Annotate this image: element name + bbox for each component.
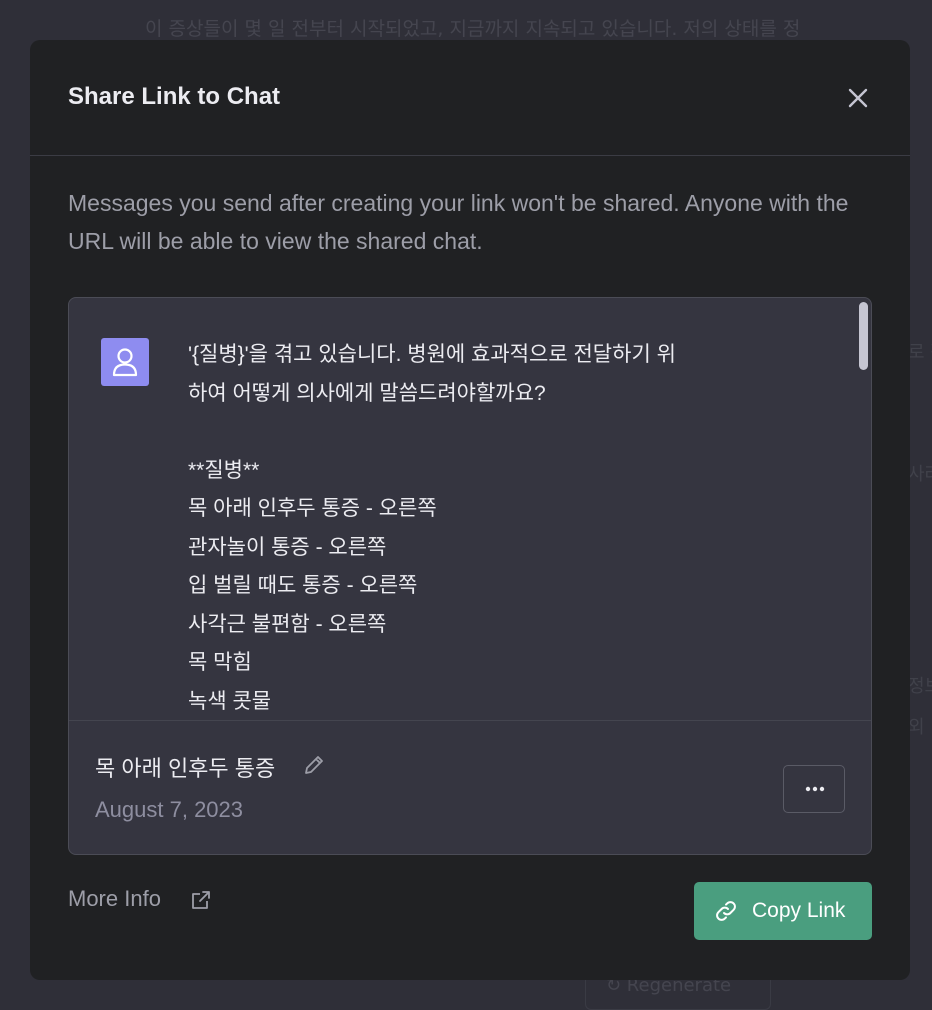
more-info-link[interactable]: More Info — [68, 886, 161, 912]
close-icon — [848, 88, 868, 108]
message-line: '{질병}'을 겪고 있습니다. 병원에 효과적으로 전달하기 위 — [188, 343, 676, 366]
more-info-link-icon[interactable] — [190, 889, 212, 911]
edit-title-button[interactable] — [303, 754, 325, 776]
message-line: **질병** — [188, 458, 260, 482]
preview-footer: 목 아래 인후두 통증 August 7, 2023 — [69, 720, 871, 854]
message-line-blank — [188, 413, 788, 452]
message-line: 입 벌릴 때도 통증 - 오른쪽 — [188, 574, 418, 597]
message-line: 목 아래 인후두 통증 - 오른쪽 — [188, 497, 437, 520]
dialog-description: Messages you send after creating your li… — [68, 190, 849, 254]
user-icon — [112, 348, 138, 377]
more-options-button[interactable] — [783, 765, 845, 813]
external-link-icon — [192, 891, 210, 909]
close-button[interactable] — [844, 84, 872, 112]
dialog-title: Share Link to Chat — [68, 83, 281, 110]
scrollbar-thumb[interactable] — [859, 302, 868, 370]
ellipsis-icon — [805, 786, 825, 792]
chat-date: August 7, 2023 — [95, 797, 244, 822]
chat-title: 목 아래 인후두 통증 — [95, 756, 276, 781]
copy-link-button[interactable]: Copy Link — [694, 882, 872, 940]
pencil-icon — [305, 756, 323, 774]
preview-scroll-area[interactable]: '{질병}'을 겪고 있습니다. 병원에 효과적으로 전달하기 위 하여 어떻게… — [69, 298, 871, 720]
link-icon — [716, 901, 736, 921]
message-line: 하여 어떻게 의사에게 말씀드려야할까요? — [188, 381, 546, 405]
share-link-dialog: Share Link to Chat Messages you send aft… — [30, 40, 910, 980]
shared-chat-preview: '{질병}'을 겪고 있습니다. 병원에 효과적으로 전달하기 위 하여 어떻게… — [68, 297, 872, 855]
message-line: 녹색 콧물 — [188, 689, 272, 713]
copy-link-label: Copy Link — [752, 899, 846, 922]
user-avatar — [101, 338, 149, 386]
message-line: 사각근 불편함 - 오른쪽 — [188, 612, 387, 636]
message-line: 목 막힘 — [188, 651, 252, 674]
user-message: '{질병}'을 겪고 있습니다. 병원에 효과적으로 전달하기 위 하여 어떻게… — [188, 336, 788, 720]
dialog-header: Share Link to Chat — [30, 40, 910, 156]
message-line: 관자놀이 통증 - 오른쪽 — [188, 535, 387, 559]
